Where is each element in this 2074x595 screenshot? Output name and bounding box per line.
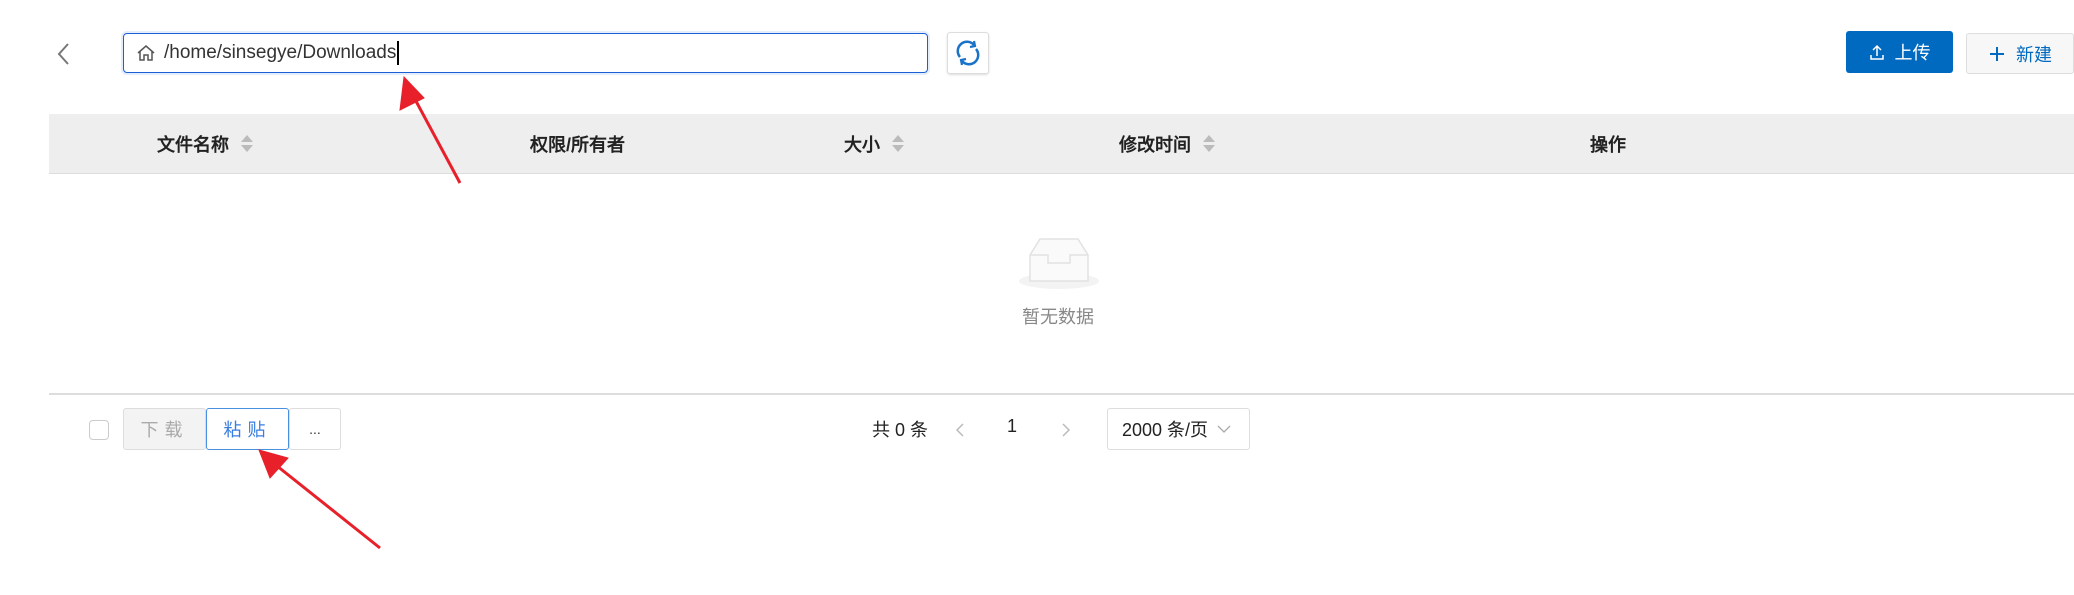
select-all-checkbox[interactable] <box>89 420 109 440</box>
column-header-modified[interactable]: 修改时间 <box>1119 114 1215 173</box>
total-count: 共 0 条 <box>872 420 929 440</box>
empty-inbox-icon <box>1019 238 1099 289</box>
column-header-name[interactable]: 文件名称 <box>157 114 253 173</box>
new-label: 新建 <box>2016 44 2052 65</box>
column-header-permission: 权限/所有者 <box>530 114 625 173</box>
page-size-value: 2000 条/页 <box>1122 420 1209 440</box>
upload-icon <box>1869 44 1884 60</box>
path-value: /home/sinsegye/Downloads <box>164 42 397 63</box>
download-button[interactable]: 下载 <box>123 408 206 450</box>
annotation-arrows <box>258 75 462 550</box>
column-label: 操作 <box>1590 134 1626 155</box>
column-label: 权限/所有者 <box>530 134 626 155</box>
next-page-icon[interactable] <box>1058 420 1074 440</box>
paste-button[interactable]: 粘贴 <box>206 408 289 450</box>
paste-label: 粘贴 <box>223 420 272 440</box>
chevron-down-icon <box>1217 425 1231 433</box>
column-header-size[interactable]: 大小 <box>844 114 904 173</box>
sort-icon[interactable] <box>1203 135 1215 152</box>
download-label: 下载 <box>140 420 189 440</box>
sort-icon[interactable] <box>241 135 253 152</box>
home-icon <box>137 45 155 61</box>
new-button[interactable]: 新建 <box>1966 33 2074 74</box>
more-label: ... <box>309 421 321 437</box>
empty-text: 暂无数据 <box>1022 307 1094 327</box>
column-header-actions: 操作 <box>1590 114 1626 173</box>
column-label: 大小 <box>844 134 880 155</box>
prev-page-icon[interactable] <box>952 420 968 440</box>
refresh-icon <box>956 40 980 66</box>
text-cursor <box>397 41 399 65</box>
upload-button[interactable]: 上传 <box>1846 31 1953 73</box>
plus-icon <box>1990 46 2004 61</box>
table-header: 文件名称 权限/所有者 大小 修改时间 操作 <box>49 114 2074 174</box>
column-label: 文件名称 <box>157 134 229 155</box>
upload-label: 上传 <box>1894 43 1931 63</box>
back-button[interactable] <box>50 38 78 70</box>
more-button[interactable]: ... <box>289 408 341 450</box>
current-page[interactable]: 1 <box>1007 416 1017 437</box>
arrow-icon <box>258 449 381 550</box>
column-label: 修改时间 <box>1119 134 1191 155</box>
divider <box>49 393 2074 395</box>
path-input[interactable]: /home/sinsegye/Downloads <box>123 33 928 73</box>
page-size-select[interactable]: 2000 条/页 <box>1107 408 1250 450</box>
chevron-left-icon <box>57 43 69 65</box>
refresh-button[interactable] <box>947 32 989 74</box>
sort-icon[interactable] <box>892 135 904 152</box>
